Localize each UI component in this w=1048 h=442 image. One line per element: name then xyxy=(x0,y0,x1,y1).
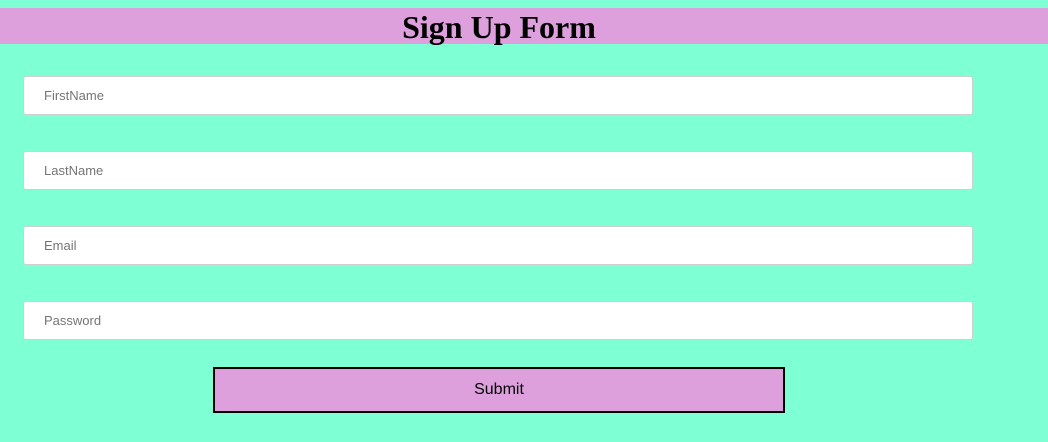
header-bar: Sign Up Form xyxy=(0,8,1048,45)
password-field[interactable] xyxy=(23,301,973,340)
first-name-field[interactable] xyxy=(23,76,973,115)
page-title: Sign Up Form xyxy=(402,9,596,45)
submit-button[interactable]: Submit xyxy=(213,367,785,413)
email-field[interactable] xyxy=(23,226,973,265)
last-name-field[interactable] xyxy=(23,151,973,190)
